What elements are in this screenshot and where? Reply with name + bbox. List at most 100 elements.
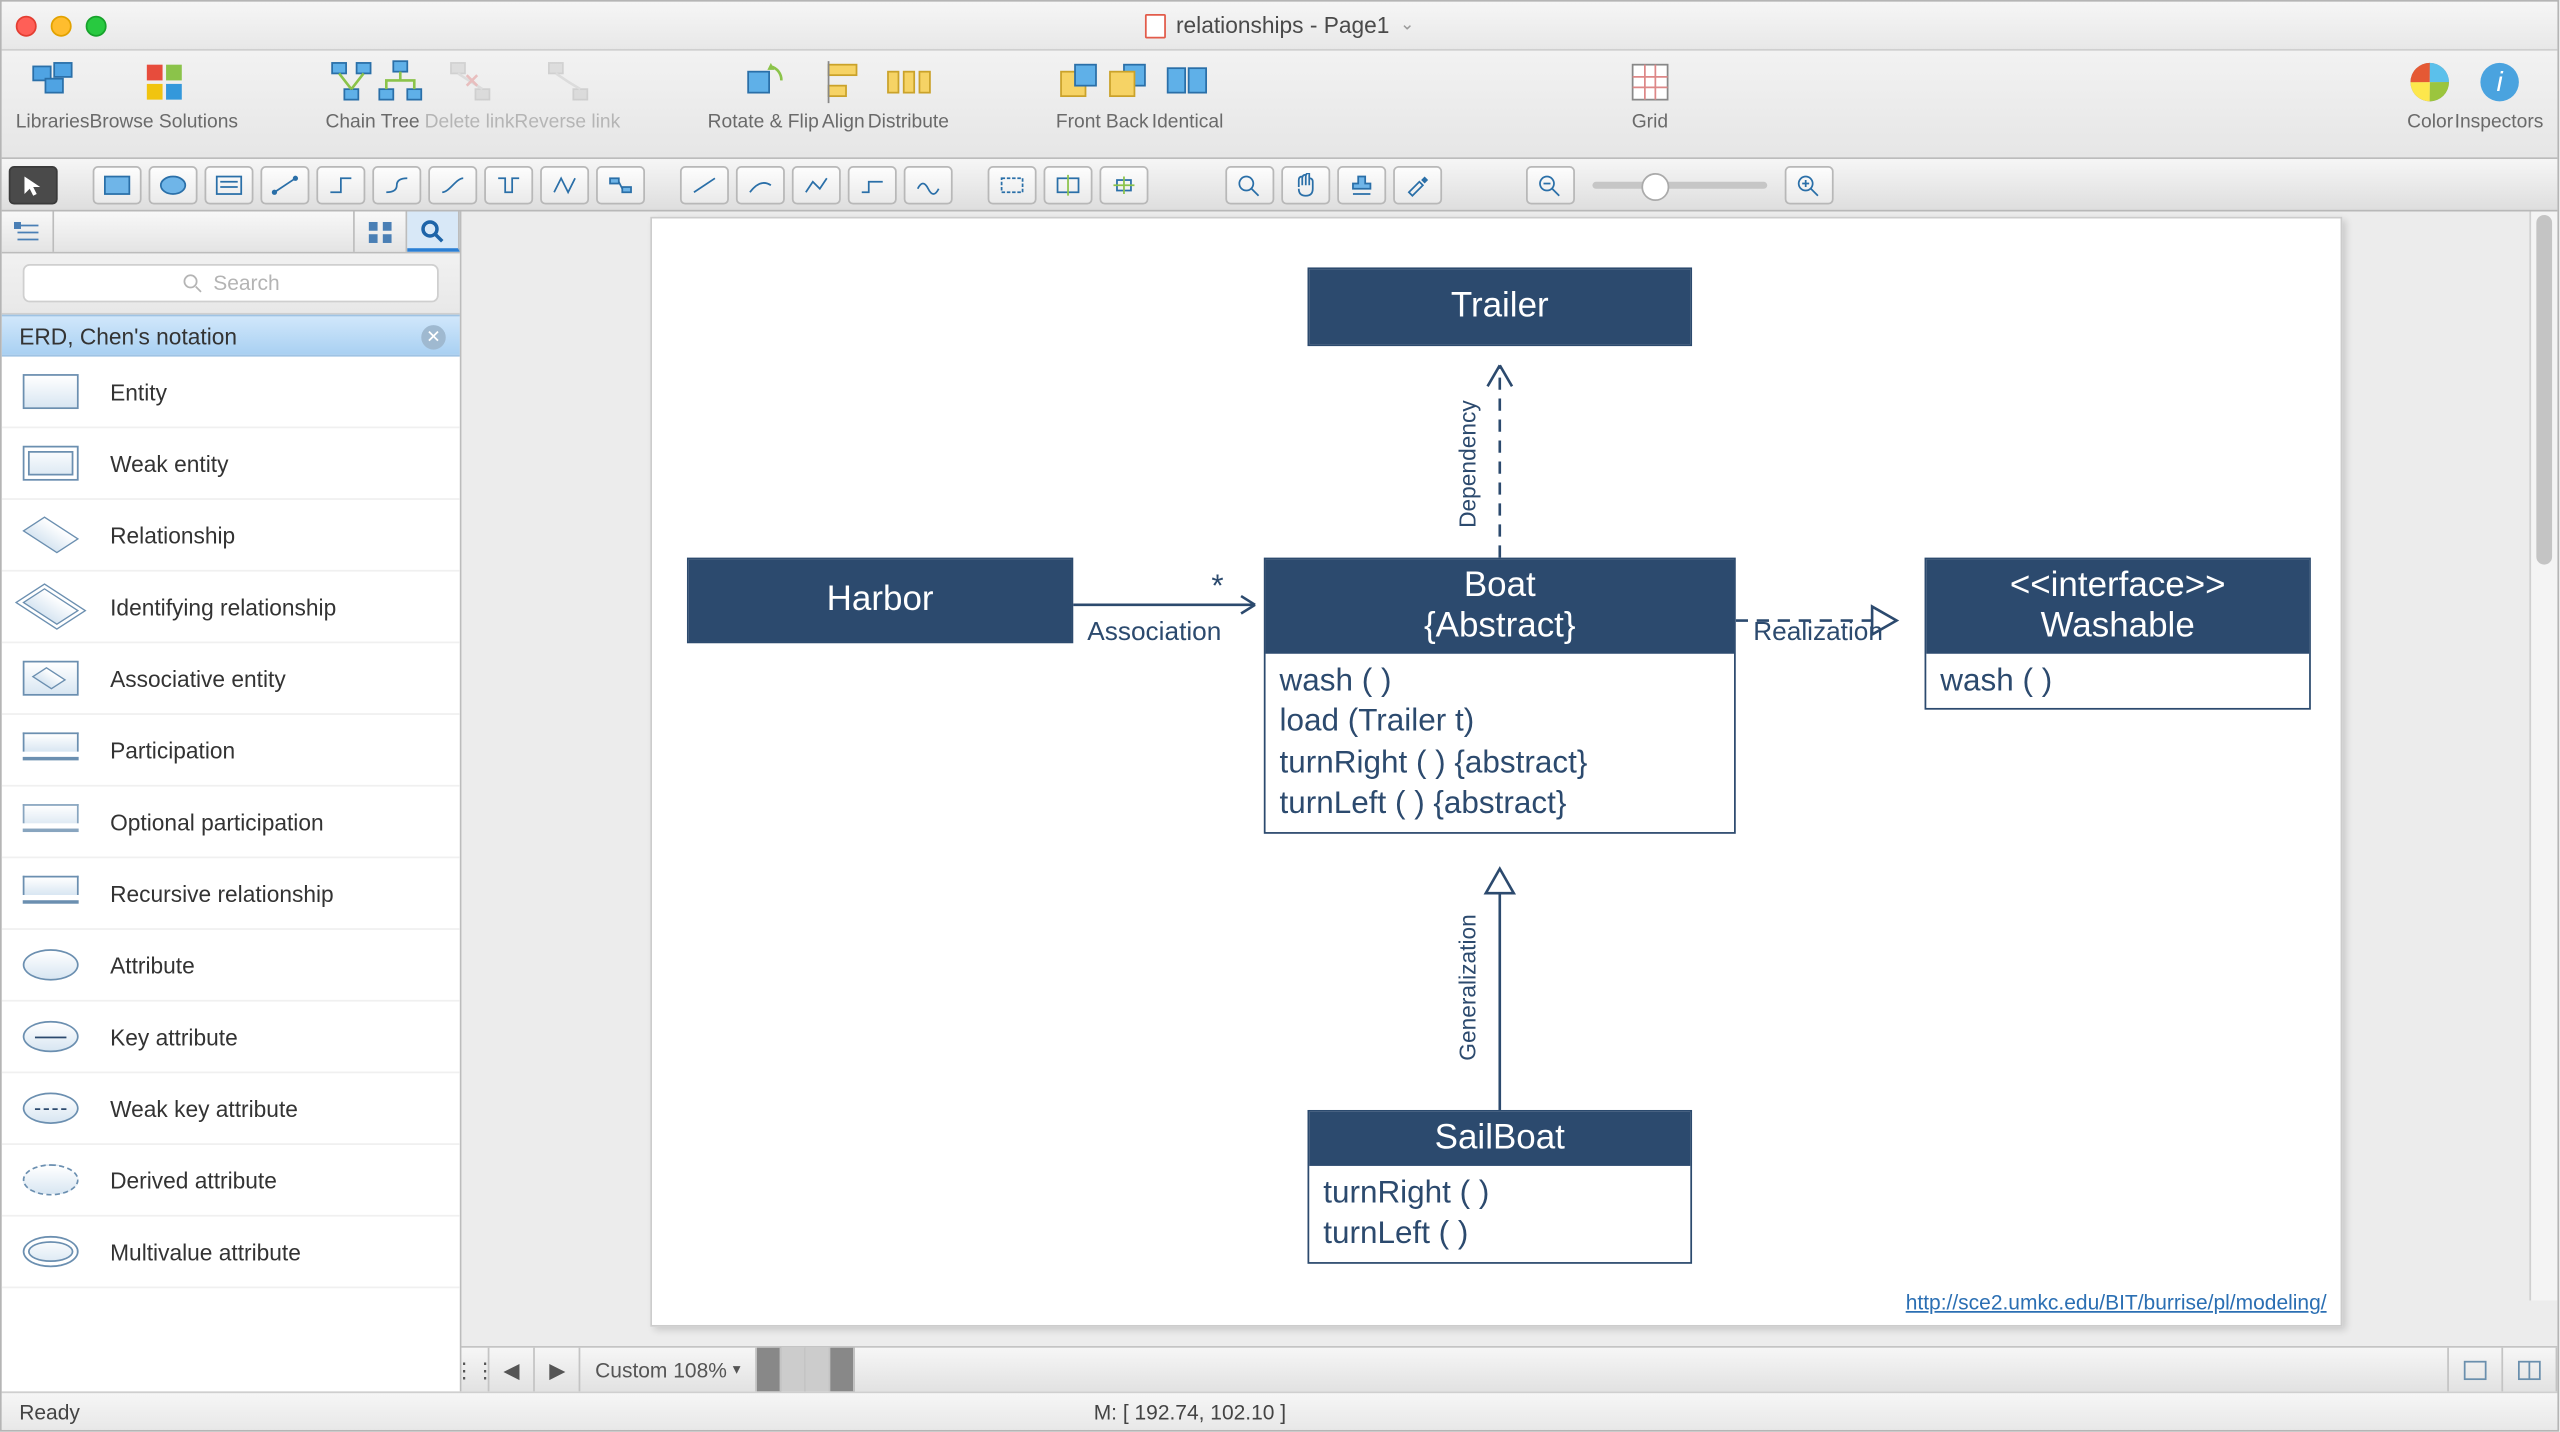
canvas-area: Trailer Harbor Boat {Abstract} wash ( )	[461, 212, 2557, 1392]
page-next-button[interactable]: ▶	[535, 1348, 581, 1392]
shape-multivalue-attribute[interactable]: Multivalue attribute	[2, 1217, 460, 1289]
connector-3-tool[interactable]	[372, 165, 421, 203]
inspectors-button[interactable]: i Inspectors	[2455, 58, 2544, 133]
shape-weak-key-attribute[interactable]: Weak key attribute	[2, 1073, 460, 1145]
connector-7-tool[interactable]	[596, 165, 645, 203]
connector-4-tool[interactable]	[428, 165, 477, 203]
interface-washable[interactable]: <<interface>> Washable wash ( )	[1925, 558, 2311, 711]
status-bar: Ready M: [ 192.74, 102.10 ]	[2, 1391, 2558, 1429]
shape-optional-participation[interactable]: Optional participation	[2, 787, 460, 859]
identical-button[interactable]: Identical	[1152, 58, 1224, 133]
pagebar-scroll-right[interactable]	[830, 1348, 854, 1392]
label-association[interactable]: Association	[1087, 617, 1221, 647]
sidebar: Search ERD, Chen's notation ✕ Entity Wea…	[2, 212, 462, 1392]
pagebar-corner-1[interactable]	[2447, 1348, 2503, 1392]
text-tool[interactable]	[205, 165, 254, 203]
search-icon	[182, 273, 203, 294]
snap-tool-3[interactable]	[1099, 165, 1148, 203]
pagebar-scroll-left[interactable]	[756, 1348, 780, 1392]
shape-participation[interactable]: Participation	[2, 715, 460, 787]
close-category-icon[interactable]: ✕	[421, 325, 445, 349]
zoom-slider[interactable]	[1592, 181, 1767, 188]
browse-solutions-button[interactable]: Browse Solutions	[89, 58, 238, 133]
zoom-out-button[interactable]	[1526, 165, 1575, 203]
shape-associative-entity[interactable]: Associative entity	[2, 643, 460, 715]
document-icon	[1144, 13, 1165, 37]
titlebar: relationships - Page1 ⌄	[2, 2, 2558, 51]
label-realization[interactable]: Realization	[1753, 617, 1883, 647]
libraries-button[interactable]: Libraries	[16, 58, 90, 133]
sidebar-tab-grid[interactable]	[355, 212, 407, 252]
snap-tool-1[interactable]	[988, 165, 1037, 203]
distribute-button[interactable]: Distribute	[868, 58, 949, 133]
label-dependency[interactable]: Dependency	[1454, 400, 1480, 528]
delete-link-button[interactable]: Delete link	[425, 58, 515, 133]
snap-tool-2[interactable]	[1044, 165, 1093, 203]
shape-weak-entity[interactable]: Weak entity	[2, 428, 460, 500]
zoom-tool[interactable]	[1225, 165, 1274, 203]
shape-attribute[interactable]: Attribute	[2, 930, 460, 1002]
line-tool-2[interactable]	[736, 165, 785, 203]
connector-1-tool[interactable]	[260, 165, 309, 203]
window-title: relationships - Page1	[1176, 12, 1390, 38]
connector-6-tool[interactable]	[540, 165, 589, 203]
shape-relationship[interactable]: Relationship	[2, 500, 460, 572]
line-tool-3[interactable]	[792, 165, 841, 203]
shape-identifying-relationship[interactable]: Identifying relationship	[2, 572, 460, 644]
class-sailboat[interactable]: SailBoat turnRight ( ) turnLeft ( )	[1308, 1110, 1693, 1263]
align-button[interactable]: Align	[819, 58, 868, 133]
page-prev-button[interactable]: ◀	[489, 1348, 535, 1392]
class-boat[interactable]: Boat {Abstract} wash ( ) load (Trailer t…	[1264, 558, 1736, 833]
category-header[interactable]: ERD, Chen's notation ✕	[2, 315, 460, 357]
line-tool-1[interactable]	[680, 165, 729, 203]
canvas-page[interactable]: Trailer Harbor Boat {Abstract} wash ( )	[650, 217, 2342, 1327]
connector-2-tool[interactable]	[316, 165, 365, 203]
close-window-button[interactable]	[16, 15, 37, 36]
label-generalization[interactable]: Generalization	[1454, 914, 1480, 1061]
hand-tool[interactable]	[1281, 165, 1330, 203]
zoom-window-button[interactable]	[86, 15, 107, 36]
pagebar-handle[interactable]: ⋮⋮	[461, 1348, 489, 1392]
line-tool-4[interactable]	[848, 165, 897, 203]
svg-text:i: i	[2496, 66, 2503, 97]
zoom-in-button[interactable]	[1785, 165, 1834, 203]
chevron-down-icon: ▾	[733, 1360, 741, 1379]
shape-entity[interactable]: Entity	[2, 357, 460, 429]
status-ready: Ready	[19, 1399, 80, 1423]
back-button[interactable]: Back	[1103, 58, 1152, 133]
source-link[interactable]: http://sce2.umkc.edu/BIT/burrise/pl/mode…	[1906, 1290, 2327, 1314]
label-star[interactable]: *	[1211, 568, 1223, 605]
eyedropper-tool[interactable]	[1393, 165, 1442, 203]
front-button[interactable]: Front	[1054, 58, 1103, 133]
sidebar-tab-tree[interactable]	[2, 212, 54, 252]
pagebar-corner-2[interactable]	[2503, 1348, 2557, 1392]
canvas-viewport[interactable]: Trailer Harbor Boat {Abstract} wash ( )	[461, 212, 2557, 1346]
reverse-link-button[interactable]: Reverse link	[514, 58, 620, 133]
sidebar-tab-blank[interactable]	[54, 212, 355, 252]
page-bar: ⋮⋮ ◀ ▶ Custom 108% ▾	[461, 1346, 2557, 1391]
color-button[interactable]: Color	[2406, 58, 2455, 133]
rotate-flip-button[interactable]: Rotate & Flip	[708, 58, 819, 133]
vertical-scrollbar[interactable]	[2529, 212, 2557, 1301]
shape-recursive-relationship[interactable]: Recursive relationship	[2, 858, 460, 930]
shape-derived-attribute[interactable]: Derived attribute	[2, 1145, 460, 1217]
minimize-window-button[interactable]	[51, 15, 72, 36]
stamp-tool[interactable]	[1337, 165, 1386, 203]
pagebar-scroll-1[interactable]	[781, 1348, 805, 1392]
ellipse-tool[interactable]	[149, 165, 198, 203]
zoom-level[interactable]: Custom 108% ▾	[581, 1348, 756, 1392]
class-trailer[interactable]: Trailer	[1308, 267, 1693, 346]
class-harbor[interactable]: Harbor	[687, 558, 1073, 644]
grid-button[interactable]: Grid	[1625, 58, 1674, 133]
pagebar-scroll-2[interactable]	[805, 1348, 829, 1392]
shape-key-attribute[interactable]: Key attribute	[2, 1002, 460, 1074]
pointer-tool[interactable]	[9, 165, 58, 203]
line-tool-5[interactable]	[904, 165, 953, 203]
rect-tool[interactable]	[93, 165, 142, 203]
tree-button[interactable]: Tree	[376, 58, 425, 133]
chain-button[interactable]: Chain	[325, 58, 375, 133]
search-input[interactable]: Search	[23, 264, 439, 302]
sidebar-tab-search[interactable]	[407, 212, 459, 252]
shape-list: Entity Weak entity Relationship Identify…	[2, 357, 460, 1392]
connector-5-tool[interactable]	[484, 165, 533, 203]
